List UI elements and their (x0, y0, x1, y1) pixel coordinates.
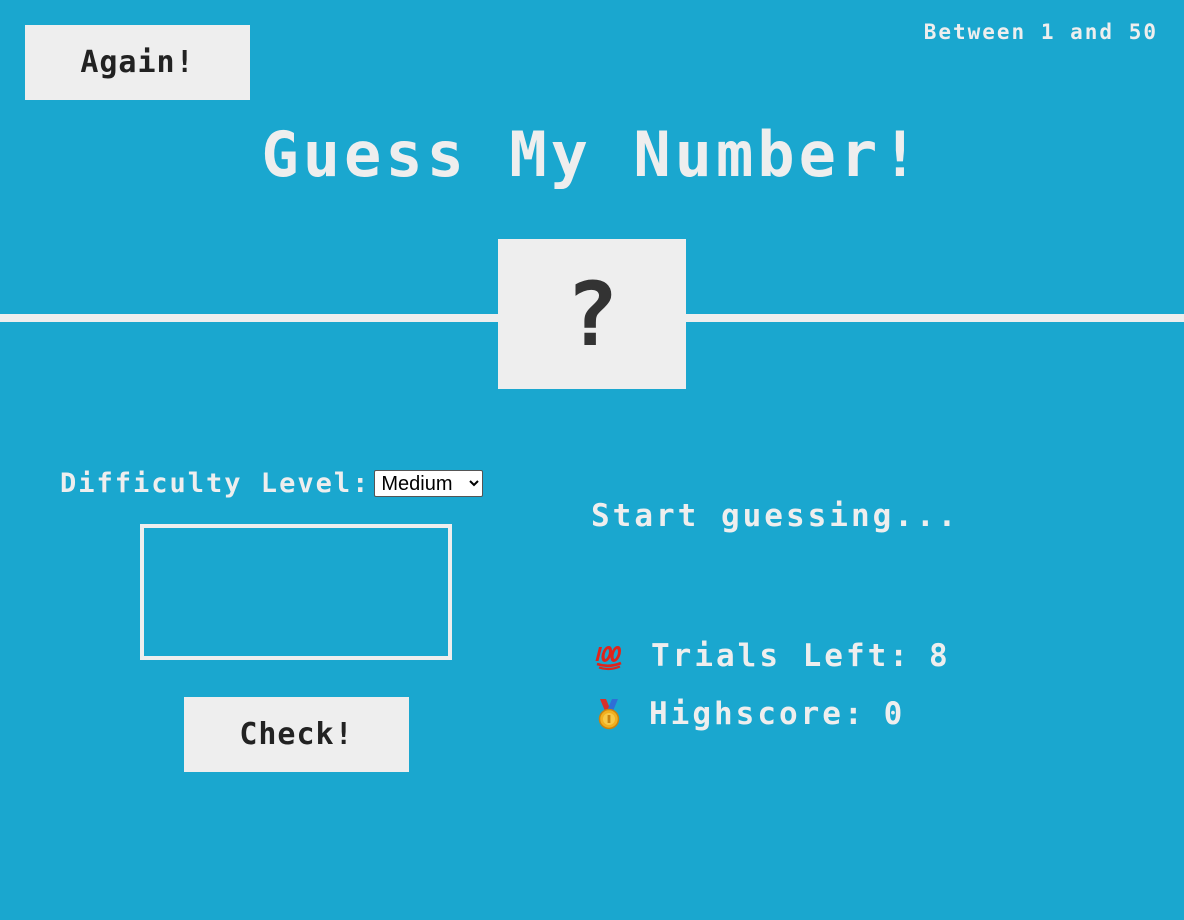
status-message: Start guessing... (591, 498, 960, 534)
page-title: Guess My Number! (261, 118, 923, 191)
medal-icon (593, 698, 625, 730)
trials-left-row: Trials Left: 8 (593, 638, 951, 674)
range-hint: Between 1 and 50 (923, 20, 1158, 44)
highscore-value: 0 (883, 696, 906, 732)
guess-input[interactable] (140, 524, 452, 660)
secret-number: ? (565, 262, 619, 366)
highscore-label: Highscore: (649, 696, 866, 732)
again-button[interactable]: Again! (25, 25, 250, 100)
difficulty-select[interactable]: Medium (374, 470, 484, 497)
hundred-points-icon (593, 640, 625, 672)
secret-number-box: ? (498, 239, 686, 389)
trials-left-value: 8 (928, 638, 951, 674)
highscore-row: Highscore: 0 (593, 696, 905, 732)
difficulty-label: Difficulty Level: (60, 468, 371, 499)
difficulty-row: Difficulty Level: Medium (60, 468, 484, 499)
check-button[interactable]: Check! (184, 697, 409, 772)
trials-left-label: Trials Left: (651, 638, 911, 674)
